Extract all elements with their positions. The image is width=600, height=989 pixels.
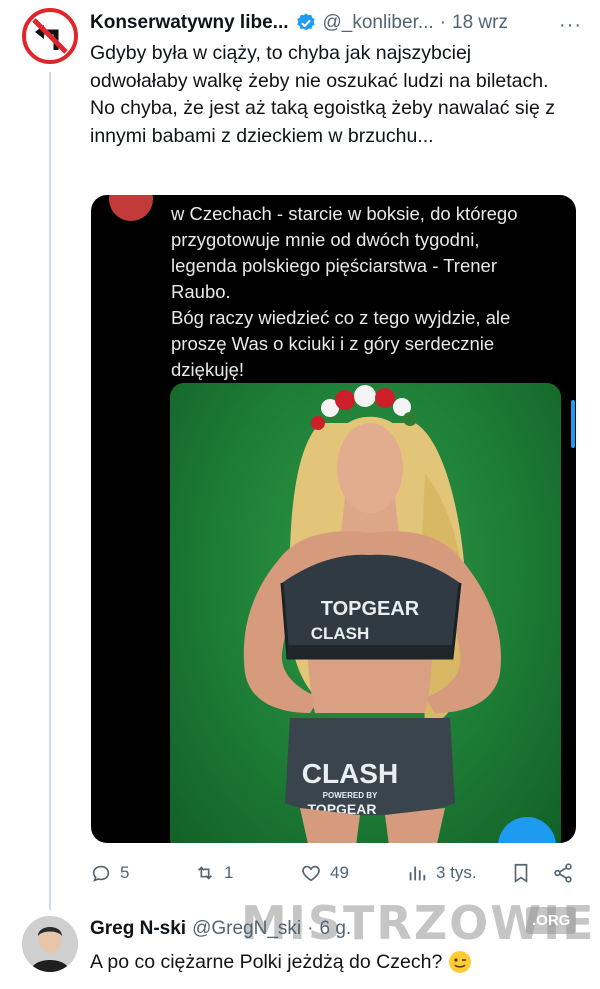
top-logo-text: CLASH bbox=[311, 624, 370, 643]
thread-line bbox=[49, 72, 51, 910]
author-avatar[interactable] bbox=[22, 8, 78, 64]
embedded-text-line: w Czechach - starcie w boksie, do któreg… bbox=[171, 203, 518, 224]
reply-button[interactable]: 5 bbox=[90, 858, 129, 888]
views-count: 3 tys. bbox=[436, 863, 477, 882]
embedded-text: w Czechach - starcie w boksie, do któreg… bbox=[171, 201, 551, 383]
wink-emoji-icon bbox=[449, 951, 472, 973]
author-handle[interactable]: @_konliber... bbox=[323, 12, 434, 34]
reply-author-handle[interactable]: @GregN_ski bbox=[192, 918, 301, 940]
share-button[interactable] bbox=[552, 858, 574, 888]
reply-author-name[interactable]: Greg N-ski bbox=[90, 918, 186, 940]
avatar-photo bbox=[22, 916, 78, 972]
tweet-time[interactable]: 18 wrz bbox=[452, 12, 508, 34]
reply-text-row: A po co ciężarne Polki jeżdżą do Czech? bbox=[90, 950, 472, 974]
no-left-turn-icon bbox=[32, 18, 68, 54]
embedded-text-line: Bóg raczy wiedzieć co z tego wyjdzie, al… bbox=[171, 307, 511, 328]
author-name[interactable]: Konserwatywny libe... bbox=[90, 12, 289, 34]
repost-button[interactable]: 1 bbox=[194, 858, 233, 888]
like-count: 49 bbox=[330, 863, 349, 882]
tweet-text: Gdyby była w ciąży, to chyba jak najszyb… bbox=[90, 42, 555, 147]
embedded-text-line: proszę Was o kciuki i z góry serdecznie bbox=[171, 333, 495, 354]
repost-icon bbox=[197, 866, 213, 880]
embedded-screenshot[interactable]: w Czechach - starcie w boksie, do któreg… bbox=[91, 195, 576, 843]
reply-icon bbox=[92, 865, 110, 882]
separator-dot: · bbox=[307, 918, 314, 939]
more-options-icon[interactable]: ··· bbox=[559, 14, 582, 37]
embedded-photo[interactable]: TOPGEAR CLASH CLASH POWERED BY TOPGEAR bbox=[170, 383, 561, 843]
reply-header: Greg N-ski @GregN_ski · 6 g. bbox=[90, 918, 351, 940]
skirt-logo-text: CLASH bbox=[302, 758, 398, 789]
embedded-text-line: Raubo. bbox=[171, 281, 231, 302]
separator-dot: · bbox=[439, 12, 447, 33]
reply-time[interactable]: 6 g. bbox=[319, 918, 351, 940]
views-icon bbox=[409, 866, 426, 881]
embedded-text-line: przygotowuje mnie od dwóch tygodni, bbox=[171, 229, 480, 250]
repost-count: 1 bbox=[224, 863, 234, 882]
reply-text: A po co ciężarne Polki jeżdżą do Czech? bbox=[90, 950, 443, 973]
reply-author-avatar[interactable] bbox=[22, 916, 78, 972]
bookmark-icon bbox=[514, 863, 528, 883]
embedded-scrollbar bbox=[571, 400, 575, 448]
reply-count: 5 bbox=[120, 863, 130, 882]
share-icon bbox=[554, 863, 572, 883]
embedded-text-line: legenda polskiego pięściarstwa - Trener bbox=[171, 255, 497, 276]
top-brand-text: TOPGEAR bbox=[321, 598, 420, 620]
bookmark-button[interactable] bbox=[510, 858, 532, 888]
photo-illustration: TOPGEAR CLASH CLASH POWERED BY TOPGEAR bbox=[243, 385, 501, 843]
tweet-header: Konserwatywny libe... @_konliber... · 18… bbox=[90, 10, 508, 36]
watermark-suffix: .ORG bbox=[526, 907, 577, 934]
action-bar: 5 1 49 3 tys. bbox=[90, 858, 580, 888]
heart-icon bbox=[302, 865, 320, 882]
verified-badge-icon bbox=[296, 13, 315, 31]
like-button[interactable]: 49 bbox=[300, 858, 349, 888]
embedded-text-line: dziękuję! bbox=[171, 359, 245, 380]
embedded-avatar bbox=[109, 195, 153, 221]
skirt-powered-text: POWERED BY bbox=[323, 791, 378, 800]
views-button[interactable]: 3 tys. bbox=[406, 858, 477, 888]
